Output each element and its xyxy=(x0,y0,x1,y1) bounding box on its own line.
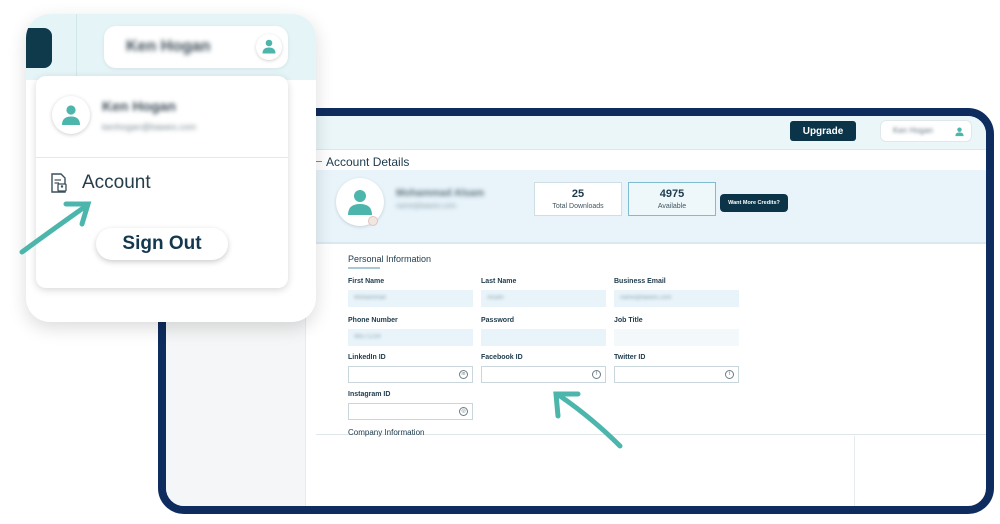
stage: Upgrade Ken Hogan Account Details Mohamm… xyxy=(0,0,1000,524)
business-email-label: Business Email xyxy=(614,278,666,285)
nav-tab xyxy=(26,28,52,68)
first-name-value: Mohammad xyxy=(354,295,386,301)
user-name: Ken Hogan xyxy=(126,38,211,55)
tab-underline xyxy=(348,267,380,269)
account-label: Account xyxy=(82,172,151,193)
password-field[interactable] xyxy=(481,329,606,346)
twitter-id-label: Twitter ID xyxy=(614,354,646,361)
profile-name: Mohammad Alsam xyxy=(396,188,484,199)
account-menu-item[interactable]: Account xyxy=(50,170,210,194)
stat-label: Available xyxy=(657,203,687,210)
header-user-name: Ken Hogan xyxy=(893,126,934,135)
want-more-credits-button[interactable]: Want More Credits? xyxy=(720,194,788,212)
twitter-icon: t xyxy=(725,370,734,379)
avatar xyxy=(256,34,282,60)
instagram-id-input[interactable]: ◎ xyxy=(348,403,473,420)
upgrade-button[interactable]: Upgrade xyxy=(790,121,856,141)
twitter-id-input[interactable]: t xyxy=(614,366,739,383)
job-title-label: Job Title xyxy=(614,317,643,324)
menu-user-email: kenhogan@bawes.com xyxy=(102,122,197,132)
stat-label: Total Downloads xyxy=(552,203,604,210)
company-info-title: Company Information xyxy=(348,428,425,437)
user-icon xyxy=(262,39,276,54)
divider xyxy=(76,14,77,80)
linkedin-icon: in xyxy=(459,370,468,379)
back-dash xyxy=(316,161,322,162)
password-label: Password xyxy=(481,317,515,324)
sign-out-button[interactable]: Sign Out xyxy=(96,228,228,260)
last-name-field[interactable]: Alsam xyxy=(481,290,606,307)
page-title: Account Details xyxy=(326,155,410,169)
first-name-field[interactable]: Mohammad xyxy=(348,290,473,307)
menu-user-name: Ken Hogan xyxy=(102,98,176,114)
stat-available: 4975 Available xyxy=(628,182,716,216)
first-name-label: First Name xyxy=(348,278,385,285)
facebook-icon: f xyxy=(592,370,601,379)
account-document-icon xyxy=(51,173,67,193)
user-icon xyxy=(62,105,80,125)
user-dropdown-menu: Ken Hogan kenhogan@bawes.com Account Sig… xyxy=(36,76,288,288)
job-title-field[interactable] xyxy=(614,329,739,346)
business-email-field[interactable]: name@bawes.com xyxy=(614,290,739,307)
facebook-id-label: Facebook ID xyxy=(481,354,523,361)
business-email-value: name@bawes.com xyxy=(620,295,672,301)
instagram-icon: ◎ xyxy=(459,407,468,416)
facebook-id-input[interactable]: f xyxy=(481,366,606,383)
divider xyxy=(854,436,855,506)
last-name-value: Alsam xyxy=(487,295,504,301)
stat-value: 25 xyxy=(571,188,585,200)
header-user-menu[interactable]: Ken Hogan xyxy=(880,120,972,142)
avatar xyxy=(52,96,90,134)
profile-summary: Mohammad Alsam name@bawes.com 25 Total D… xyxy=(316,170,986,244)
last-name-label: Last Name xyxy=(481,278,517,285)
divider xyxy=(36,157,288,158)
personal-info-title: Personal Information xyxy=(348,254,432,264)
user-menu-trigger[interactable]: Ken Hogan xyxy=(104,26,288,68)
stat-value: 4975 xyxy=(659,188,685,200)
user-icon xyxy=(348,190,372,215)
instagram-id-label: Instagram ID xyxy=(348,391,391,398)
user-icon xyxy=(955,127,964,137)
stat-total-downloads: 25 Total Downloads xyxy=(534,182,622,216)
phone-number-field[interactable]: 96571234 xyxy=(348,329,473,346)
user-dropdown-callout: Ken Hogan Ken Hogan kenhogan@bawes.com A… xyxy=(26,14,316,322)
profile-email: name@bawes.com xyxy=(396,203,457,210)
linkedin-id-input[interactable]: in xyxy=(348,366,473,383)
pencil-icon[interactable] xyxy=(368,216,378,226)
phone-number-label: Phone Number xyxy=(348,317,398,324)
phone-number-value: 96571234 xyxy=(354,334,381,340)
linkedin-id-label: LinkedIn ID xyxy=(348,354,386,361)
